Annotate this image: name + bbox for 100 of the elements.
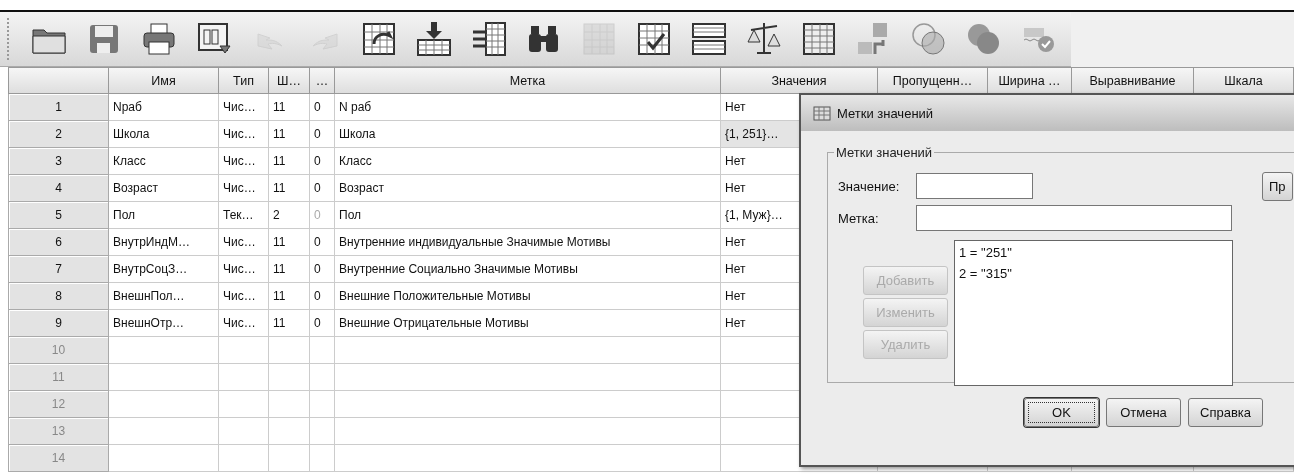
column-header[interactable]: Значения: [721, 67, 878, 94]
table-cell: Школа: [335, 121, 721, 148]
row-number[interactable]: 3: [8, 148, 109, 175]
row-number[interactable]: 6: [8, 229, 109, 256]
dialog-button[interactable]: Отмена: [1106, 398, 1181, 427]
table-cell: Чис…: [219, 310, 269, 337]
table-cell: ВнутрСоцЗ…: [109, 256, 219, 283]
dialog-button[interactable]: Справка: [1188, 398, 1263, 427]
table-cell: Внешние Отрицательные Мотивы: [335, 310, 721, 337]
column-header[interactable]: Имя: [109, 67, 219, 94]
table-cell: Внешние Положительные Мотивы: [335, 283, 721, 310]
table-cell: [219, 445, 269, 472]
table-cell: 11: [269, 256, 310, 283]
table-cell: 11: [269, 175, 310, 202]
table-cell: 2: [269, 202, 310, 229]
row-number[interactable]: 2: [8, 121, 109, 148]
corner-header[interactable]: [8, 67, 109, 94]
table-cell: Чис…: [219, 283, 269, 310]
printer-icon: [140, 20, 178, 58]
row-number[interactable]: 5: [8, 202, 109, 229]
table-cell: Школа: [109, 121, 219, 148]
table-cell: Возраст: [335, 175, 721, 202]
overlapping-circles-icon: [910, 20, 948, 58]
table-cell: [310, 337, 335, 364]
table-cell: [269, 418, 310, 445]
table-cell: Чис…: [219, 121, 269, 148]
table-cell: [269, 445, 310, 472]
table-icon: [580, 20, 618, 58]
table-cell: 11: [269, 94, 310, 121]
table-cell: 11: [269, 283, 310, 310]
column-header[interactable]: Метка: [335, 67, 721, 94]
row-number[interactable]: 7: [8, 256, 109, 283]
table-cell: Чис…: [219, 256, 269, 283]
side-button[interactable]: Пр: [1262, 171, 1293, 201]
row-number[interactable]: 1: [8, 94, 109, 121]
list-item[interactable]: 1 = "251": [959, 245, 1228, 260]
table-cell: [219, 418, 269, 445]
table-cell: 0: [310, 202, 335, 229]
table-cell: Чис…: [219, 94, 269, 121]
dialog-button[interactable]: OK: [1024, 398, 1099, 427]
table-cell: Чис…: [219, 148, 269, 175]
table-cell: Внутренние индивидуальные Значимые Мотивы: [335, 229, 721, 256]
labels-list[interactable]: 1 = "251" 2 = "315": [954, 240, 1233, 386]
table-cell: Чис…: [219, 175, 269, 202]
table-cell: 11: [269, 229, 310, 256]
list-item[interactable]: 2 = "315": [959, 266, 1228, 281]
table-cell: Класс: [109, 148, 219, 175]
table-cell: Тек…: [219, 202, 269, 229]
column-header[interactable]: Ширина …: [988, 67, 1072, 94]
table-check-icon: [635, 20, 673, 58]
table-cell: 0: [310, 148, 335, 175]
column-header[interactable]: Выравнивание: [1072, 67, 1194, 94]
table-cell: 0: [310, 229, 335, 256]
field-label: Метка:: [838, 210, 880, 226]
table-cell: [219, 337, 269, 364]
row-number[interactable]: 9: [8, 310, 109, 337]
table-cell: [269, 337, 310, 364]
grid-icon: [800, 20, 838, 58]
column-header[interactable]: Тип: [219, 67, 269, 94]
table-cell: 0: [310, 121, 335, 148]
column-header[interactable]: Шкала: [1194, 67, 1294, 94]
table-cell: [219, 391, 269, 418]
table-cell: Чис…: [219, 229, 269, 256]
table-cell: Пол: [335, 202, 721, 229]
table-cell: Класс: [335, 148, 721, 175]
table-cell: 0: [310, 94, 335, 121]
table-rows-icon: [470, 20, 508, 58]
table-cell: 11: [269, 148, 310, 175]
table-cell: Пол: [109, 202, 219, 229]
row-number[interactable]: 4: [8, 175, 109, 202]
table-icon: [813, 104, 831, 122]
table-cell: ВнутрИндМ…: [109, 229, 219, 256]
table-cell: [219, 364, 269, 391]
table-cell: Nраб: [109, 94, 219, 121]
label-field[interactable]: [916, 205, 1232, 231]
table-cell: [310, 364, 335, 391]
table-cell: [310, 445, 335, 472]
table-arrow-icon: [360, 20, 398, 58]
table-cell: [310, 418, 335, 445]
table-cell: [310, 391, 335, 418]
table-cell: 0: [310, 256, 335, 283]
column-header[interactable]: Ш…: [269, 67, 310, 94]
table-cell: [269, 364, 310, 391]
table-cell: 11: [269, 310, 310, 337]
table-cell: 0: [310, 283, 335, 310]
toolbar-grip[interactable]: [7, 18, 12, 60]
value-field[interactable]: [916, 173, 1033, 199]
table-down-arrow-icon: [415, 20, 453, 58]
table-cell: N раб: [335, 94, 721, 121]
table-cell: ВнешнОтр…: [109, 310, 219, 337]
table-cell: [269, 391, 310, 418]
column-header[interactable]: …: [310, 67, 335, 94]
two-tables-icon: [690, 20, 728, 58]
table-cell: 11: [269, 121, 310, 148]
table-cell: 0: [310, 175, 335, 202]
row-number[interactable]: 8: [8, 283, 109, 310]
table-cell: ВнешнПол…: [109, 283, 219, 310]
table-cell: Внутренние Социально Значимые Мотивы: [335, 256, 721, 283]
table-cell: Возраст: [109, 175, 219, 202]
column-header[interactable]: Пропущенн…: [878, 67, 988, 94]
